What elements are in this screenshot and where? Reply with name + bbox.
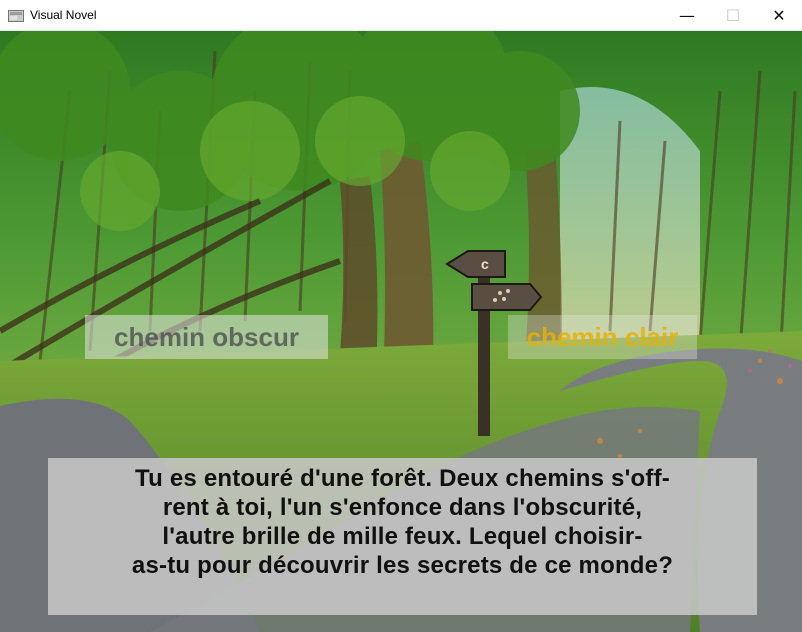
window-title: Visual Novel <box>30 8 97 22</box>
dialog-box: Tu es entouré d'une forêt. Deux chemins … <box>48 458 757 615</box>
close-button[interactable]: ✕ <box>756 0 802 31</box>
svg-text:c: c <box>481 256 489 272</box>
app-window: Visual Novel — ☐ ✕ c chemin obscur chemi… <box>0 0 802 632</box>
title-bar[interactable]: Visual Novel — ☐ ✕ <box>0 0 802 31</box>
app-icon <box>8 10 24 22</box>
minimize-button[interactable]: — <box>664 0 710 31</box>
dialog-text: Tu es entouré d'une forêt. Deux chemins … <box>131 465 674 579</box>
game-scene: c chemin obscur chemin clair Tu es entou… <box>0 31 802 632</box>
maximize-button[interactable]: ☐ <box>710 0 756 31</box>
choice-dark-path[interactable]: chemin obscur <box>85 315 328 359</box>
choice-light-path[interactable]: chemin clair <box>508 315 697 359</box>
